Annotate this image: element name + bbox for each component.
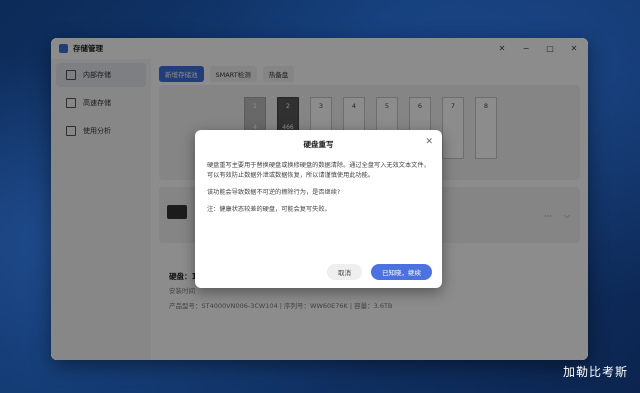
disk-rewrite-dialog: 硬盘重写 ✕ 硬盘重写主要用于替换硬盘或换修硬盘的数据清除。通过全盘写入无效文本… [195,130,442,288]
dialog-note: 注：健康状态较差的硬盘，可能会复写失败。 [207,206,331,213]
dialog-question: 该功能会导致数据不可逆的擦除行为，是否继续? [207,189,341,196]
dialog-title: 硬盘重写 [303,140,334,149]
confirm-continue-button[interactable]: 已知晓，继续 [371,264,432,280]
close-icon[interactable]: ✕ [425,137,433,147]
watermark-text: 加勒比考斯 [562,365,628,379]
dialog-description: 硬盘重写主要用于替换硬盘或换修硬盘的数据清除。通过全盘写入无效文本文件，可以有效… [207,162,430,179]
dialog-buttons: 取消 已知晓，继续 [327,264,432,280]
cancel-button[interactable]: 取消 [327,264,362,280]
dialog-body: 硬盘重写主要用于替换硬盘或换修硬盘的数据清除。通过全盘写入无效文本文件，可以有效… [195,150,442,215]
